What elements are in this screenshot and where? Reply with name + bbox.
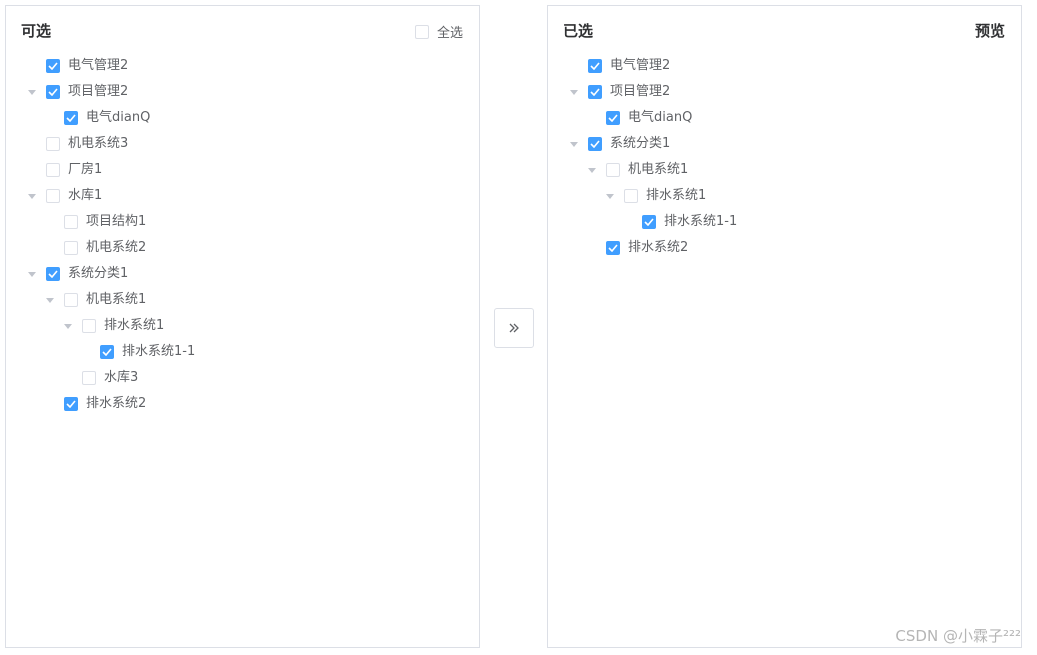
tree-node[interactable]: 厂房1 — [26, 157, 469, 183]
tree-node-label: 排水系统2 — [86, 396, 147, 411]
select-all-checkbox-box[interactable] — [414, 24, 429, 39]
tree-node[interactable]: 系统分类1 — [26, 261, 469, 287]
caret-down-icon[interactable] — [26, 190, 38, 202]
tree-node-label: 项目管理2 — [68, 84, 129, 99]
tree-node-checkbox[interactable] — [82, 371, 96, 385]
caret-down-icon[interactable] — [568, 86, 580, 98]
tree-node-checkbox[interactable] — [64, 397, 78, 411]
available-tree: 电气管理2 项目管理2 电气dianQ 机电系统3 厂房1 水库1 项目结构1 机电系统2 系统… — [26, 53, 469, 417]
tree-node-label: 水库1 — [68, 188, 103, 203]
tree-node[interactable]: 机电系统1 — [568, 157, 1011, 183]
watermark: CSDN @小霖子²²² — [895, 627, 1021, 645]
available-panel: 可选 全选 电气管理2 项目管理2 电气dianQ 机电系统3 厂房1 水库1 项目结构1 机… — [5, 5, 480, 648]
tree-node[interactable]: 排水系统1-1 — [568, 209, 1011, 235]
tree-node[interactable]: 项目管理2 — [26, 79, 469, 105]
tree-node-label: 电气管理2 — [610, 58, 671, 73]
tree-node-label: 排水系统1-1 — [664, 214, 738, 229]
tree-node[interactable]: 电气dianQ — [26, 105, 469, 131]
tree-node-checkbox[interactable] — [606, 241, 620, 255]
caret-down-icon[interactable] — [568, 138, 580, 150]
caret-down-icon[interactable] — [604, 190, 616, 202]
tree-node[interactable]: 排水系统1-1 — [26, 339, 469, 365]
tree-node-label: 系统分类1 — [610, 136, 671, 151]
tree-node[interactable]: 排水系统2 — [568, 235, 1011, 261]
tree-node-label: 电气dianQ — [628, 110, 693, 125]
tree-node-label: 系统分类1 — [68, 266, 129, 281]
select-all-checkbox[interactable]: 全选 — [414, 22, 463, 41]
tree-node-checkbox[interactable] — [82, 319, 96, 333]
tree-node-checkbox[interactable] — [606, 163, 620, 177]
tree-node-label: 机电系统2 — [86, 240, 147, 255]
tree-node-label: 电气dianQ — [86, 110, 151, 125]
tree-node-label: 厂房1 — [68, 162, 103, 177]
selected-panel: 已选 预览 电气管理2 项目管理2 电气dianQ 系统分类1 机电系统1 排水系统1 排水… — [547, 5, 1022, 648]
tree-node-checkbox[interactable] — [46, 163, 60, 177]
tree-node-checkbox[interactable] — [64, 293, 78, 307]
tree-node[interactable]: 机电系统3 — [26, 131, 469, 157]
tree-node-checkbox[interactable] — [642, 215, 656, 229]
tree-node-checkbox[interactable] — [46, 85, 60, 99]
tree-node-label: 机电系统3 — [68, 136, 129, 151]
tree-node-label: 项目结构1 — [86, 214, 147, 229]
caret-down-icon[interactable] — [62, 320, 74, 332]
tree-node-checkbox[interactable] — [100, 345, 114, 359]
caret-down-icon[interactable] — [26, 268, 38, 280]
tree-node-checkbox[interactable] — [64, 111, 78, 125]
tree-node-checkbox[interactable] — [64, 241, 78, 255]
tree-node-checkbox[interactable] — [588, 85, 602, 99]
tree-node[interactable]: 电气管理2 — [26, 53, 469, 79]
selected-tree: 电气管理2 项目管理2 电气dianQ 系统分类1 机电系统1 排水系统1 排水系统1-1 排… — [568, 53, 1011, 261]
tree-node[interactable]: 电气dianQ — [568, 105, 1011, 131]
tree-node-checkbox[interactable] — [46, 137, 60, 151]
tree-node-label: 电气管理2 — [68, 58, 129, 73]
tree-node-checkbox[interactable] — [46, 189, 60, 203]
tree-node-label: 排水系统2 — [628, 240, 689, 255]
tree-node[interactable]: 排水系统1 — [26, 313, 469, 339]
selected-panel-title: 已选 — [563, 22, 594, 40]
tree-node-label: 机电系统1 — [628, 162, 689, 177]
tree-node[interactable]: 系统分类1 — [568, 131, 1011, 157]
tree-node-label: 项目管理2 — [610, 84, 671, 99]
tree-node-label: 水库3 — [104, 370, 139, 385]
tree-node-checkbox[interactable] — [64, 215, 78, 229]
tree-node-checkbox[interactable] — [624, 189, 638, 203]
tree-node-label: 机电系统1 — [86, 292, 147, 307]
tree-node-checkbox[interactable] — [606, 111, 620, 125]
available-panel-title: 可选 — [21, 22, 52, 40]
caret-down-icon[interactable] — [26, 86, 38, 98]
tree-node[interactable]: 排水系统2 — [26, 391, 469, 417]
double-chevron-right-icon — [508, 319, 520, 338]
tree-node[interactable]: 水库3 — [26, 365, 469, 391]
preview-link[interactable]: 预览 — [975, 21, 1005, 41]
transfer-right-button[interactable] — [494, 308, 534, 348]
tree-node[interactable]: 项目结构1 — [26, 209, 469, 235]
tree-node-checkbox[interactable] — [588, 137, 602, 151]
tree-node-checkbox[interactable] — [588, 59, 602, 73]
caret-down-icon[interactable] — [44, 294, 56, 306]
tree-node[interactable]: 排水系统1 — [568, 183, 1011, 209]
tree-node-checkbox[interactable] — [46, 59, 60, 73]
tree-node-checkbox[interactable] — [46, 267, 60, 281]
tree-node[interactable]: 电气管理2 — [568, 53, 1011, 79]
tree-node[interactable]: 机电系统1 — [26, 287, 469, 313]
tree-node[interactable]: 项目管理2 — [568, 79, 1011, 105]
tree-node-label: 排水系统1 — [104, 318, 165, 333]
select-all-label: 全选 — [436, 26, 463, 41]
tree-node-label: 排水系统1 — [646, 188, 707, 203]
caret-down-icon[interactable] — [586, 164, 598, 176]
tree-node[interactable]: 水库1 — [26, 183, 469, 209]
tree-node[interactable]: 机电系统2 — [26, 235, 469, 261]
tree-node-label: 排水系统1-1 — [122, 344, 196, 359]
